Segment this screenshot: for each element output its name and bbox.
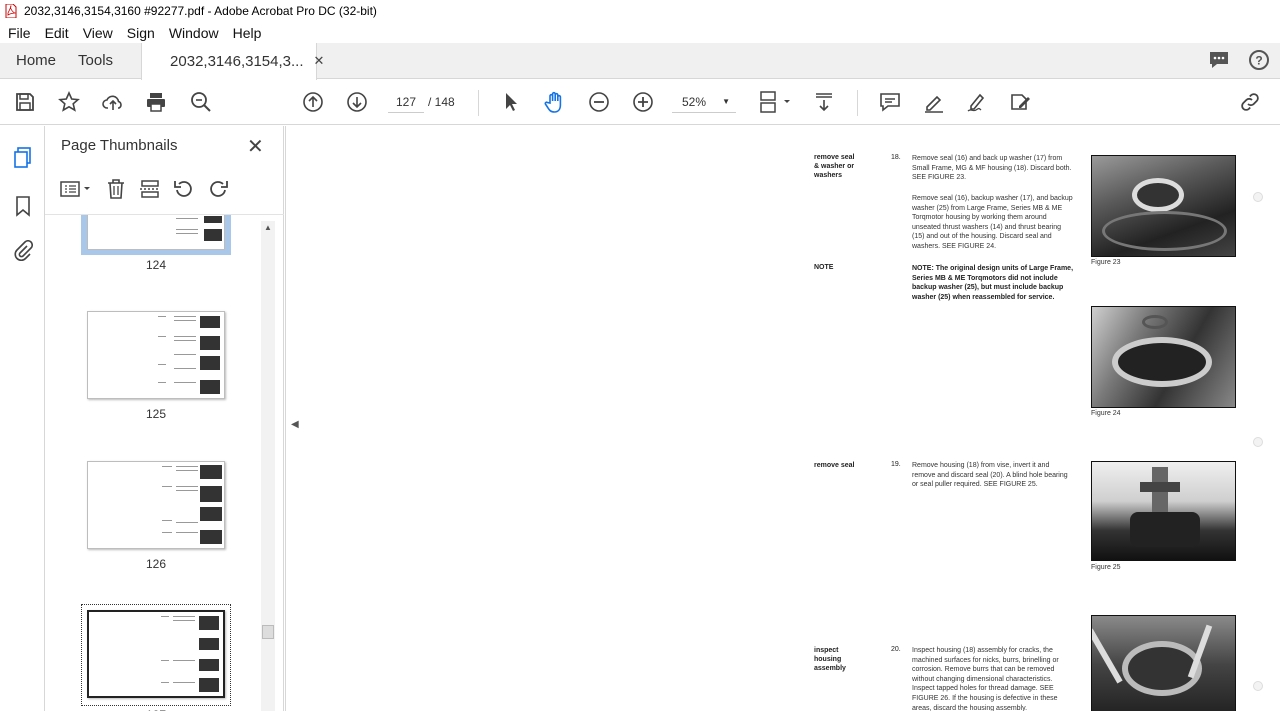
binder-hole (1253, 437, 1263, 447)
page-thumbnail-selected[interactable] (81, 604, 231, 706)
note-text: NOTE: The original design units of Large… (912, 265, 1074, 301)
tab-home[interactable]: Home (0, 43, 72, 79)
navigation-rail (0, 126, 45, 711)
window-title: 2032,3146,3154,3160 #92277.pdf - Adobe A… (24, 4, 377, 18)
menu-window[interactable]: Window (163, 25, 225, 41)
section-label: inspect housing assembly (814, 647, 846, 672)
pdf-page: remove seal & washer or washers 18. Remo… (808, 126, 1280, 711)
add-comment-icon[interactable] (878, 90, 902, 114)
print-icon[interactable] (144, 90, 168, 114)
page-number-input[interactable] (388, 91, 424, 113)
tab-document[interactable]: 2032,3146,3154,3... ✕ (141, 42, 324, 80)
close-tab-icon[interactable]: ✕ (314, 53, 325, 69)
page-thumbnails-icon[interactable] (11, 146, 35, 170)
bookmark-star-icon[interactable] (57, 90, 81, 114)
step-text: Remove housing (18) from vise, invert it… (912, 462, 1068, 489)
section-label: remove seal (814, 462, 855, 469)
menu-file[interactable]: File (2, 25, 37, 41)
previous-page-icon[interactable] (301, 90, 325, 114)
chevron-down-icon: ▼ (722, 97, 730, 106)
acrobat-pdf-icon (4, 3, 18, 19)
section-label: remove seal & washer or washers (814, 154, 855, 179)
binder-hole (1253, 681, 1263, 691)
thumbnail-label: 124 (145, 258, 167, 272)
share-link-icon[interactable] (1238, 90, 1262, 114)
menu-edit[interactable]: Edit (39, 25, 75, 41)
bookmarks-icon[interactable] (11, 194, 35, 218)
binder-hole (1253, 192, 1263, 202)
delete-page-icon[interactable] (105, 178, 127, 205)
page-thumbnail[interactable] (87, 311, 225, 399)
save-icon[interactable] (13, 90, 37, 114)
comment-bubble-icon[interactable] (1208, 49, 1230, 76)
rotate-clockwise-icon[interactable] (207, 178, 229, 205)
thumbnail-label: 125 (145, 407, 167, 421)
window-titlebar: 2032,3146,3154,3160 #92277.pdf - Adobe A… (0, 0, 1280, 22)
help-icon[interactable]: ? (1248, 49, 1270, 76)
main-toolbar: / 148 52% ▼ (0, 80, 1280, 125)
scroll-mode-icon[interactable] (812, 90, 836, 114)
hand-tool-icon[interactable] (543, 90, 567, 114)
highlight-pen-icon[interactable] (922, 90, 946, 114)
upload-cloud-icon[interactable] (101, 90, 125, 114)
step-number: 20. (891, 646, 901, 653)
zoom-out-icon[interactable] (587, 90, 611, 114)
menu-view[interactable]: View (77, 25, 119, 41)
thumbnail-options-icon[interactable] (59, 179, 93, 204)
page-thumbnail[interactable] (81, 215, 231, 255)
menu-sign[interactable]: Sign (121, 25, 161, 41)
figure-caption: Figure 24 (1091, 410, 1121, 417)
tab-bar: Home Tools 2032,3146,3154,3... ✕ ? (0, 42, 1280, 80)
scroll-up-icon[interactable]: ▲ (264, 223, 272, 232)
step-number: 19. (891, 461, 901, 468)
page-thumbnail[interactable] (87, 461, 225, 549)
thumbnail-label: 126 (145, 557, 167, 571)
zoom-search-icon[interactable] (189, 90, 213, 114)
zoom-in-icon[interactable] (631, 90, 655, 114)
menu-bar: File Edit View Sign Window Help (0, 22, 1280, 43)
figure-caption: Figure 25 (1091, 564, 1121, 571)
fill-sign-icon[interactable] (965, 90, 989, 114)
section-label: NOTE (814, 264, 834, 271)
panel-title: Page Thumbnails (61, 137, 178, 154)
step-text: Remove seal (16), backup washer (17), an… (912, 195, 1073, 250)
page-thumbnails-panel: Page Thumbnails ✕ 124 125 126 ▲ (45, 126, 284, 711)
figure-23-photo (1091, 155, 1236, 257)
rotate-counterclockwise-icon[interactable] (173, 178, 195, 205)
step-number: 18. (891, 154, 901, 161)
page-total-label: / 148 (428, 95, 455, 109)
figure-26-photo (1091, 615, 1236, 711)
figure-25-photo (1091, 461, 1236, 561)
step-text: Remove seal (16) and back up washer (17)… (912, 155, 1072, 182)
zoom-level-dropdown[interactable]: 52% ▼ (672, 91, 736, 113)
extract-page-icon[interactable] (139, 178, 161, 205)
thumbnails-scrollbar[interactable]: ▲ (261, 221, 275, 711)
zoom-level-value: 52% (682, 94, 707, 109)
tab-tools[interactable]: Tools (72, 43, 141, 79)
step-text: Inspect housing (18) assembly for cracks… (912, 647, 1059, 711)
svg-text:?: ? (1255, 54, 1262, 68)
menu-help[interactable]: Help (227, 25, 268, 41)
collapse-panel-icon[interactable]: ◀ (291, 419, 299, 430)
figure-caption: Figure 23 (1091, 259, 1121, 266)
figure-24-photo (1091, 306, 1236, 408)
edit-pdf-icon[interactable] (1009, 90, 1033, 114)
tab-document-label: 2032,3146,3154,3... (170, 52, 304, 70)
page-display-icon[interactable] (757, 90, 793, 114)
select-cursor-icon[interactable] (499, 90, 523, 114)
scrollbar-thumb[interactable] (262, 625, 274, 639)
attachments-icon[interactable] (11, 239, 35, 263)
next-page-icon[interactable] (345, 90, 369, 114)
close-panel-icon[interactable]: ✕ (247, 134, 264, 159)
